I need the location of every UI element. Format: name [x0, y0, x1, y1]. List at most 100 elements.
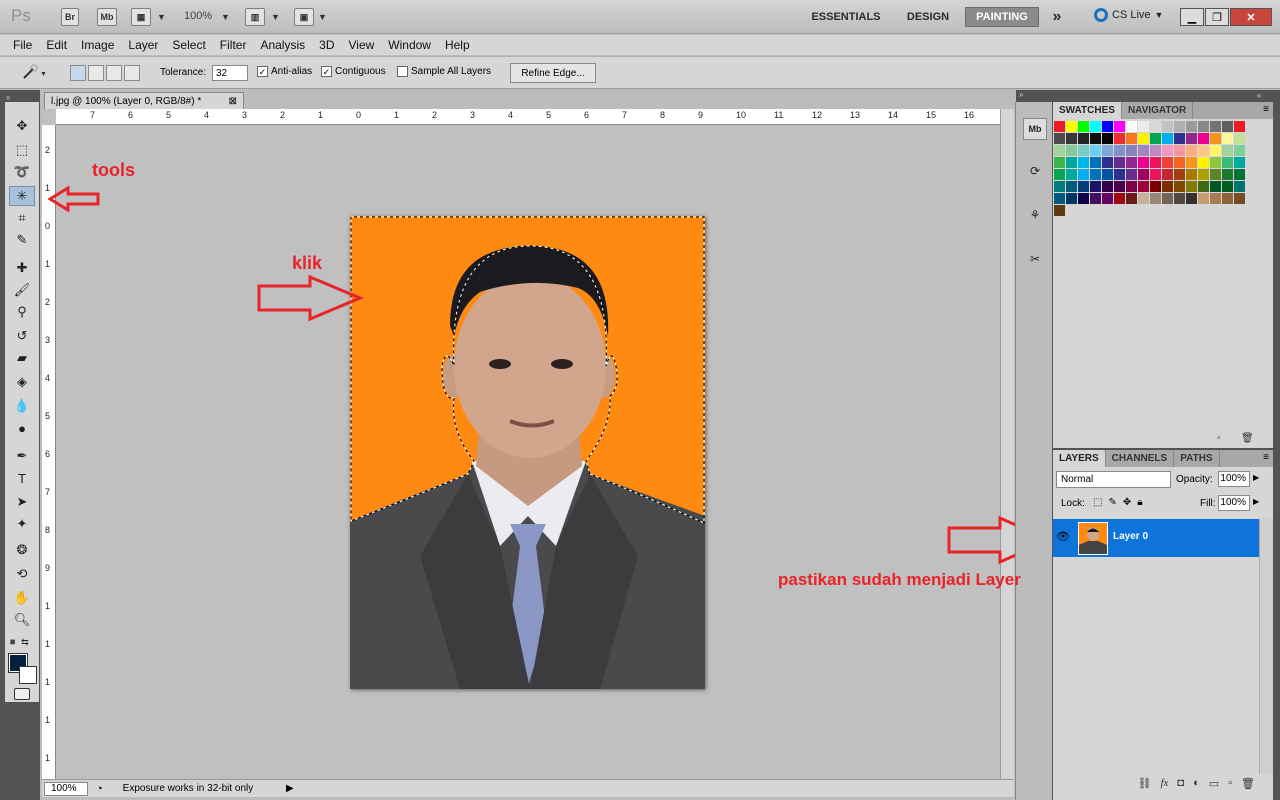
- paint-bucket-tool-icon[interactable]: ◈: [9, 372, 35, 392]
- panel-menu-icon[interactable]: ≡: [1259, 102, 1273, 119]
- blend-mode-select[interactable]: Normal: [1056, 471, 1171, 488]
- lasso-tool-icon[interactable]: ➰: [9, 162, 35, 182]
- color-swatch[interactable]: [1150, 169, 1162, 181]
- color-swatch[interactable]: [1114, 193, 1126, 205]
- color-swatch[interactable]: [1234, 157, 1246, 169]
- color-swatch[interactable]: [1090, 133, 1102, 145]
- color-swatch[interactable]: [1210, 193, 1222, 205]
- color-swatch[interactable]: [1222, 181, 1234, 193]
- color-swatch[interactable]: [1210, 121, 1222, 133]
- color-swatch[interactable]: [1186, 145, 1198, 157]
- color-swatch[interactable]: [1174, 193, 1186, 205]
- opacity-arrow-icon[interactable]: ▶: [1253, 473, 1259, 482]
- quick-mask-icon[interactable]: [14, 688, 30, 700]
- type-tool-icon[interactable]: T: [9, 468, 35, 488]
- layers-panel-menu-icon[interactable]: ≡: [1259, 450, 1273, 467]
- color-swatch[interactable]: [1102, 169, 1114, 181]
- menu-analysis[interactable]: Analysis: [253, 38, 312, 52]
- color-swatch[interactable]: [1090, 181, 1102, 193]
- collapse-dock-icon[interactable]: «: [1257, 91, 1261, 100]
- menu-view[interactable]: View: [341, 38, 381, 52]
- menu-filter[interactable]: Filter: [213, 38, 254, 52]
- status-zoom-field[interactable]: 100%: [44, 781, 88, 796]
- color-swatch[interactable]: [1054, 145, 1066, 157]
- color-swatch[interactable]: [1210, 133, 1222, 145]
- layers-scrollbar[interactable]: [1259, 519, 1273, 774]
- color-swatch[interactable]: [1078, 181, 1090, 193]
- color-swatch[interactable]: [1054, 133, 1066, 145]
- color-swatch[interactable]: [1186, 169, 1198, 181]
- color-swatch[interactable]: [1066, 121, 1078, 133]
- color-swatch[interactable]: [1138, 133, 1150, 145]
- status-info-icon[interactable]: ◔: [96, 783, 103, 795]
- color-swatch[interactable]: [1174, 133, 1186, 145]
- color-swatch[interactable]: [1162, 169, 1174, 181]
- menu-help[interactable]: Help: [438, 38, 477, 52]
- color-swatch[interactable]: [1138, 169, 1150, 181]
- color-swatch[interactable]: [1054, 181, 1066, 193]
- color-swatch[interactable]: [1078, 133, 1090, 145]
- color-swatch[interactable]: [1078, 145, 1090, 157]
- color-swatch[interactable]: [1234, 145, 1246, 157]
- add-selection-mode[interactable]: [88, 65, 104, 81]
- color-swatch[interactable]: [1234, 133, 1246, 145]
- color-swatch[interactable]: [1162, 193, 1174, 205]
- collapse-toolbox-icon[interactable]: »: [6, 93, 10, 102]
- color-swatch[interactable]: [1126, 157, 1138, 169]
- color-swatch[interactable]: [1222, 169, 1234, 181]
- intersect-selection-mode[interactable]: [124, 65, 140, 81]
- color-swatch[interactable]: [1234, 193, 1246, 205]
- clone-source-panel-icon[interactable]: ⚘: [1023, 204, 1047, 226]
- healing-brush-tool-icon[interactable]: ✚: [9, 258, 35, 278]
- color-swatch[interactable]: [1174, 121, 1186, 133]
- color-swatch[interactable]: [1198, 181, 1210, 193]
- refine-edge-button[interactable]: Refine Edge...: [510, 63, 596, 83]
- color-swatch[interactable]: [1222, 121, 1234, 133]
- color-swatch[interactable]: [1078, 193, 1090, 205]
- delete-swatch-icon[interactable]: 🗑︎: [1241, 433, 1254, 444]
- color-swatch[interactable]: [1126, 181, 1138, 193]
- color-swatch[interactable]: [1066, 181, 1078, 193]
- eraser-tool-icon[interactable]: ▰: [9, 348, 35, 368]
- move-tool-icon[interactable]: ✥: [9, 116, 35, 136]
- fill-arrow-icon[interactable]: ▶: [1253, 497, 1259, 506]
- color-swatch[interactable]: [1126, 133, 1138, 145]
- layer-name[interactable]: Layer 0: [1113, 531, 1148, 542]
- color-swatch[interactable]: [1186, 133, 1198, 145]
- color-swatch[interactable]: [1198, 193, 1210, 205]
- color-swatch[interactable]: [1102, 181, 1114, 193]
- color-swatch[interactable]: [1066, 157, 1078, 169]
- color-swatch[interactable]: [1126, 121, 1138, 133]
- menu-select[interactable]: Select: [165, 38, 212, 52]
- vertical-scrollbar[interactable]: [1000, 109, 1014, 779]
- color-swatch[interactable]: [1210, 157, 1222, 169]
- 3d-rotate-tool-icon[interactable]: ❂: [9, 540, 35, 560]
- menu-file[interactable]: File: [6, 38, 39, 52]
- color-swatch[interactable]: [1198, 133, 1210, 145]
- hand-tool-icon[interactable]: ✋: [9, 588, 35, 608]
- blur-tool-icon[interactable]: 💧: [9, 396, 35, 416]
- color-swatch[interactable]: [1162, 181, 1174, 193]
- color-swatch[interactable]: [1114, 169, 1126, 181]
- image-canvas[interactable]: [350, 216, 705, 689]
- color-swatch[interactable]: [1090, 169, 1102, 181]
- path-selection-tool-icon[interactable]: ➤: [9, 492, 35, 512]
- color-swatch[interactable]: [1102, 121, 1114, 133]
- color-swatch[interactable]: [1066, 145, 1078, 157]
- new-selection-mode[interactable]: [70, 65, 86, 81]
- color-swatch[interactable]: [1138, 193, 1150, 205]
- bridge-button[interactable]: Br: [61, 8, 79, 26]
- menu-layer[interactable]: Layer: [121, 38, 165, 52]
- tool-presets-panel-icon[interactable]: ✂: [1023, 248, 1047, 270]
- zoom-tool-icon[interactable]: 🔍︎: [9, 610, 35, 630]
- color-swatch[interactable]: [1234, 169, 1246, 181]
- arrange-dropdown-icon[interactable]: ▼: [271, 12, 280, 22]
- tolerance-input[interactable]: [212, 65, 248, 81]
- color-swatch[interactable]: [1210, 169, 1222, 181]
- color-swatch[interactable]: [1150, 121, 1162, 133]
- dodge-tool-icon[interactable]: ●: [9, 418, 35, 438]
- zoom-level-select[interactable]: 100%: [184, 10, 212, 22]
- marquee-tool-icon[interactable]: ⬚: [9, 140, 35, 160]
- view-extras-dropdown-icon[interactable]: ▼: [157, 12, 166, 22]
- color-swatch[interactable]: [1174, 145, 1186, 157]
